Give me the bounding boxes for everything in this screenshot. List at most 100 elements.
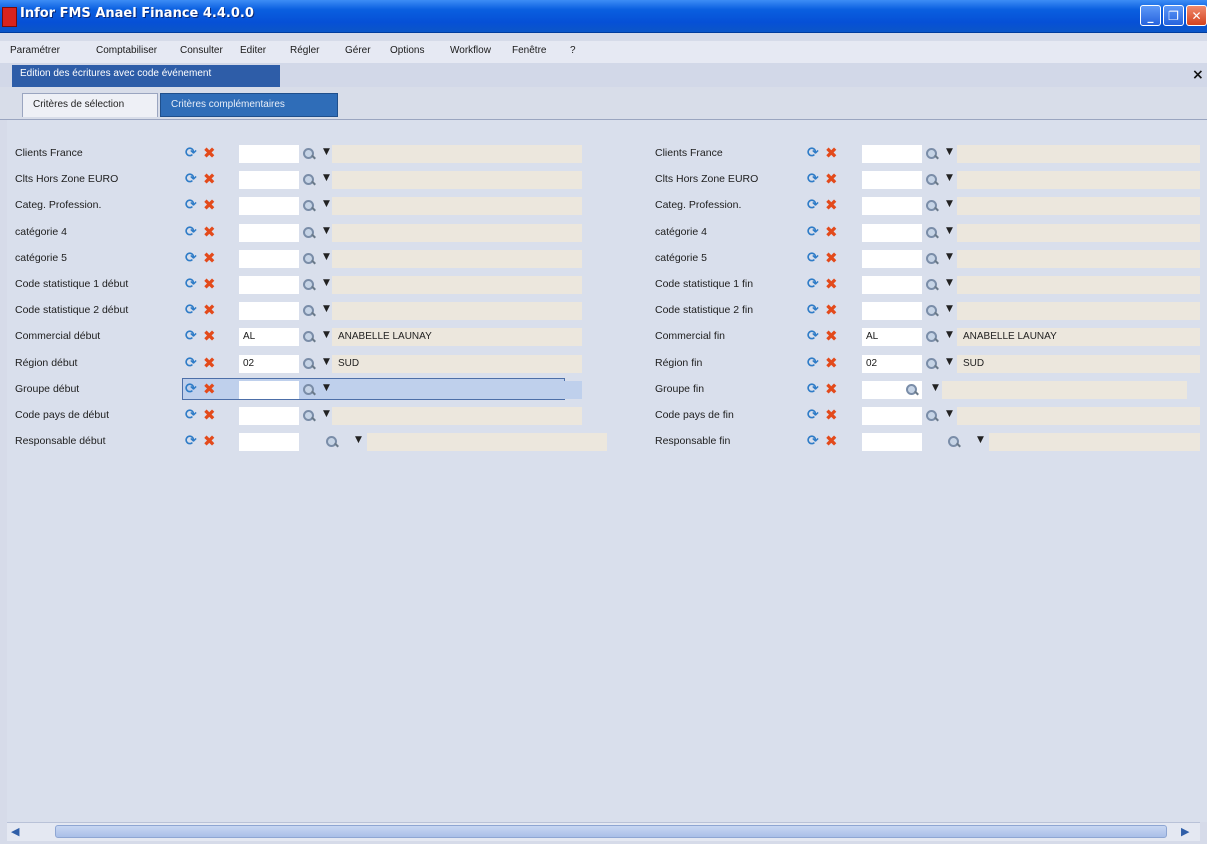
delete-icon[interactable]: ✖ [825, 146, 839, 161]
search-icon[interactable] [905, 383, 919, 397]
refresh-icon[interactable]: ⟳ [807, 251, 821, 265]
delete-icon[interactable]: ✖ [825, 303, 839, 318]
description-field [957, 171, 1200, 189]
search-icon[interactable] [925, 226, 939, 240]
delete-icon[interactable]: ✖ [825, 356, 839, 371]
delete-icon[interactable]: ✖ [825, 225, 839, 240]
field-label: catégorie 4 [655, 226, 707, 238]
scroll-right-icon[interactable]: ▶ [1181, 825, 1195, 839]
code-input[interactable] [862, 145, 922, 163]
tab-criteres-selection[interactable]: Critères de sélection [22, 93, 158, 117]
criteria-row: Code statistique 1 fin ⟳ ✖ ▼ [7, 276, 1207, 294]
criteria-row: Clts Hors Zone EURO ⟳ ✖ ▼ [7, 171, 1207, 189]
refresh-icon[interactable]: ⟳ [807, 408, 821, 422]
description-field [957, 197, 1200, 215]
description-field: SUD [957, 355, 1200, 373]
code-input[interactable] [862, 433, 922, 451]
refresh-icon[interactable]: ⟳ [807, 277, 821, 291]
chevron-down-icon[interactable]: ▼ [946, 278, 953, 288]
search-icon[interactable] [925, 147, 939, 161]
menu-help[interactable]: ? [570, 45, 576, 56]
menu-parametrer[interactable]: Paramétrer [10, 45, 60, 56]
refresh-icon[interactable]: ⟳ [807, 303, 821, 317]
horizontal-scrollbar[interactable]: ◀ ▶ [7, 822, 1200, 841]
chevron-down-icon[interactable]: ▼ [946, 147, 953, 157]
field-label: Clts Hors Zone EURO [655, 173, 759, 185]
minimize-button[interactable]: _ [1140, 5, 1161, 26]
menu-workflow[interactable]: Workflow [450, 45, 491, 56]
code-input[interactable] [862, 302, 922, 320]
search-icon[interactable] [925, 199, 939, 213]
code-input[interactable] [862, 407, 922, 425]
delete-icon[interactable]: ✖ [825, 198, 839, 213]
menu-consulter[interactable]: Consulter [180, 45, 223, 56]
chevron-down-icon[interactable]: ▼ [977, 435, 984, 445]
field-label: Code statistique 1 fin [655, 278, 754, 290]
field-label: Commercial fin [655, 330, 726, 342]
code-input[interactable] [862, 197, 922, 215]
delete-icon[interactable]: ✖ [825, 277, 839, 292]
chevron-down-icon[interactable]: ▼ [932, 383, 939, 393]
description-field [957, 407, 1200, 425]
scroll-left-icon[interactable]: ◀ [11, 825, 25, 839]
chevron-down-icon[interactable]: ▼ [946, 330, 953, 340]
refresh-icon[interactable]: ⟳ [807, 172, 821, 186]
code-input[interactable]: AL [862, 328, 922, 346]
code-input[interactable] [862, 276, 922, 294]
chevron-down-icon[interactable]: ▼ [946, 252, 953, 262]
search-icon[interactable] [925, 330, 939, 344]
field-label: Groupe fin [655, 383, 705, 395]
code-input[interactable] [862, 224, 922, 242]
scroll-thumb[interactable] [55, 825, 1167, 838]
chevron-down-icon[interactable]: ▼ [946, 304, 953, 314]
refresh-icon[interactable]: ⟳ [807, 382, 821, 396]
tab-criteres-complementaires[interactable]: Critères complémentaires [160, 93, 338, 117]
menu-options[interactable]: Options [390, 45, 424, 56]
menu-editer[interactable]: Editer [240, 45, 266, 56]
maximize-button[interactable]: ❐ [1163, 5, 1184, 26]
chevron-down-icon[interactable]: ▼ [946, 357, 953, 367]
search-icon[interactable] [925, 357, 939, 371]
delete-icon[interactable]: ✖ [825, 172, 839, 187]
chevron-down-icon[interactable]: ▼ [946, 173, 953, 183]
search-icon[interactable] [925, 173, 939, 187]
delete-icon[interactable]: ✖ [825, 329, 839, 344]
menu-gerer[interactable]: Gérer [345, 45, 371, 56]
chevron-down-icon[interactable]: ▼ [946, 199, 953, 209]
refresh-icon[interactable]: ⟳ [807, 329, 821, 343]
delete-icon[interactable]: ✖ [825, 251, 839, 266]
criteria-row: catégorie 4 ⟳ ✖ ▼ [7, 224, 1207, 242]
menu-regler[interactable]: Régler [290, 45, 319, 56]
description-field [957, 224, 1200, 242]
code-input[interactable]: 02 [862, 355, 922, 373]
delete-icon[interactable]: ✖ [825, 408, 839, 423]
code-input[interactable] [862, 171, 922, 189]
criteria-row: Clients France ⟳ ✖ ▼ [7, 145, 1207, 163]
chevron-down-icon[interactable]: ▼ [946, 409, 953, 419]
search-icon[interactable] [925, 304, 939, 318]
criteria-row: Groupe fin ⟳ ✖ ▼ [7, 381, 1207, 399]
chevron-down-icon[interactable]: ▼ [946, 226, 953, 236]
delete-icon[interactable]: ✖ [825, 434, 839, 449]
criteria-row: Responsable fin ⟳ ✖ ▼ [7, 433, 1207, 451]
document-tab-bar: Edition des écritures avec code événemen… [0, 63, 1207, 87]
search-icon[interactable] [947, 435, 961, 449]
close-document-icon[interactable]: × [1192, 67, 1204, 83]
search-icon[interactable] [925, 409, 939, 423]
refresh-icon[interactable]: ⟳ [807, 146, 821, 160]
code-input[interactable] [862, 250, 922, 268]
refresh-icon[interactable]: ⟳ [807, 225, 821, 239]
document-tab[interactable]: Edition des écritures avec code événemen… [12, 65, 280, 87]
delete-icon[interactable]: ✖ [825, 382, 839, 397]
description-field [957, 250, 1200, 268]
refresh-icon[interactable]: ⟳ [807, 434, 821, 448]
menu-comptabiliser[interactable]: Comptabiliser [96, 45, 157, 56]
refresh-icon[interactable]: ⟳ [807, 198, 821, 212]
menu-fenetre[interactable]: Fenêtre [512, 45, 546, 56]
criteria-row: Région fin ⟳ ✖ 02 ▼ SUD [7, 355, 1207, 373]
field-label: Code statistique 2 fin [655, 304, 754, 316]
search-icon[interactable] [925, 278, 939, 292]
refresh-icon[interactable]: ⟳ [807, 356, 821, 370]
search-icon[interactable] [925, 252, 939, 266]
close-button[interactable]: ✕ [1186, 5, 1207, 26]
